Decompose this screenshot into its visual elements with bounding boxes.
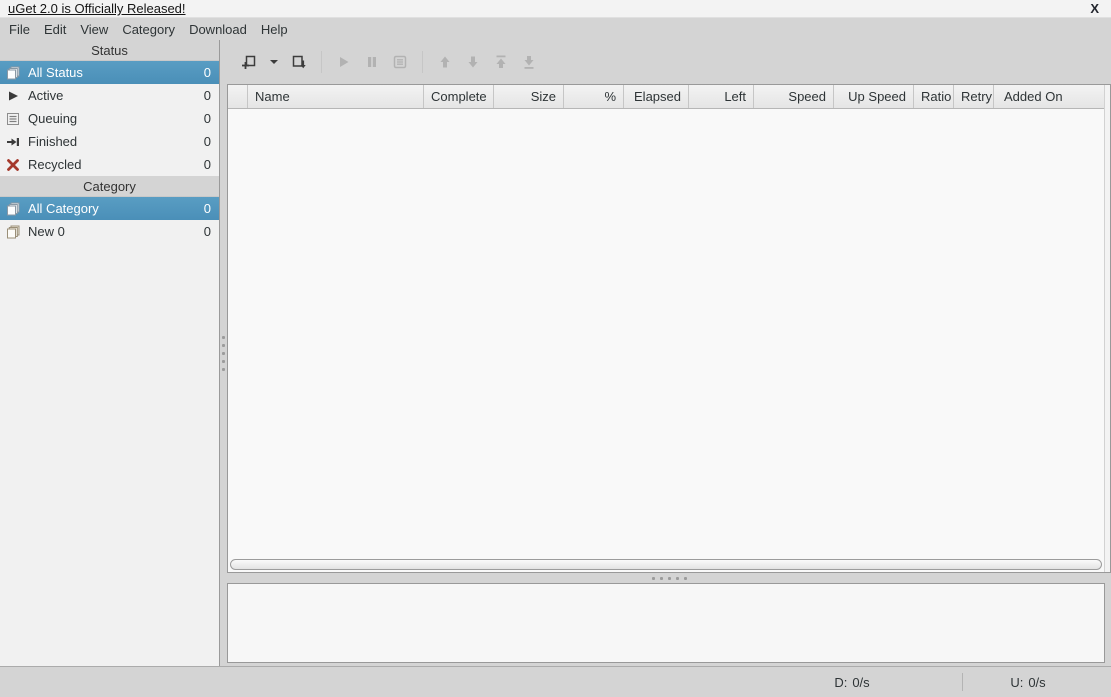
chevron-down-icon xyxy=(268,56,280,68)
download-list-main: Name Complete Size % Elapsed Left Speed … xyxy=(228,85,1104,572)
download-speed-label: D: xyxy=(834,675,847,690)
sidebar-item-label: Queuing xyxy=(28,111,204,126)
download-speed-value: 0/s xyxy=(852,675,869,690)
move-bottom-button[interactable] xyxy=(515,48,543,76)
pause-button[interactable] xyxy=(358,48,386,76)
download-table-header: Name Complete Size % Elapsed Left Speed … xyxy=(228,85,1104,109)
sidebar: Status All Status 0 Active 0 Queuin xyxy=(0,40,220,666)
stacked-papers-icon xyxy=(6,202,22,216)
sidebar-item-label: Recycled xyxy=(28,157,204,172)
sidebar-item-count: 0 xyxy=(204,201,211,216)
new-download-icon xyxy=(241,54,257,70)
column-header-retry[interactable]: Retry xyxy=(954,85,994,108)
menu-help[interactable]: Help xyxy=(254,20,295,39)
summary-panel xyxy=(227,583,1105,663)
download-speed-status: D: 0/s xyxy=(742,675,962,690)
menu-edit[interactable]: Edit xyxy=(37,20,73,39)
menu-file[interactable]: File xyxy=(2,20,37,39)
column-header-up-speed[interactable]: Up Speed xyxy=(834,85,914,108)
toolbar-separator xyxy=(321,51,322,73)
sidebar-item-queuing[interactable]: Queuing 0 xyxy=(0,107,219,130)
column-header-left[interactable]: Left xyxy=(689,85,754,108)
download-list: Name Complete Size % Elapsed Left Speed … xyxy=(227,84,1111,573)
queue-list-icon xyxy=(6,112,22,126)
menu-view[interactable]: View xyxy=(73,20,115,39)
main-panel: Name Complete Size % Elapsed Left Speed … xyxy=(227,40,1111,666)
arrow-to-bar-icon xyxy=(6,135,22,149)
horizontal-scrollbar[interactable] xyxy=(230,559,1102,570)
start-button[interactable] xyxy=(330,48,358,76)
stacked-papers-icon xyxy=(6,225,22,239)
toolbar-separator xyxy=(422,51,423,73)
statusbar: D: 0/s U: 0/s xyxy=(0,666,1111,697)
column-header-speed[interactable]: Speed xyxy=(754,85,834,108)
column-header-name[interactable]: Name xyxy=(248,85,424,108)
sidebar-item-label: All Category xyxy=(28,201,204,216)
status-section-header: Status xyxy=(0,40,219,61)
column-header-elapsed[interactable]: Elapsed xyxy=(624,85,689,108)
sidebar-item-active[interactable]: Active 0 xyxy=(0,84,219,107)
sidebar-item-label: All Status xyxy=(28,65,204,80)
sidebar-item-all-status[interactable]: All Status 0 xyxy=(0,61,219,84)
upload-speed-value: 0/s xyxy=(1028,675,1045,690)
sidebar-splitter[interactable] xyxy=(220,40,227,666)
sidebar-item-label: New 0 xyxy=(28,224,204,239)
sidebar-item-count: 0 xyxy=(204,65,211,80)
arrow-to-top-icon xyxy=(493,54,509,70)
release-announcement-link[interactable]: uGet 2.0 is Officially Released! xyxy=(8,1,1090,16)
sidebar-item-new-0[interactable]: New 0 0 xyxy=(0,220,219,243)
column-header-ratio[interactable]: Ratio xyxy=(914,85,954,108)
menu-download[interactable]: Download xyxy=(182,20,254,39)
menubar: File Edit View Category Download Help xyxy=(0,18,1111,40)
sidebar-item-recycled[interactable]: Recycled 0 xyxy=(0,153,219,176)
sidebar-item-label: Finished xyxy=(28,134,204,149)
sidebar-item-label: Active xyxy=(28,88,204,103)
vertical-scrollbar[interactable] xyxy=(1104,85,1110,572)
batch-download-button[interactable] xyxy=(285,48,313,76)
new-download-button[interactable] xyxy=(235,48,263,76)
arrow-to-bottom-icon xyxy=(521,54,537,70)
play-icon xyxy=(336,54,352,70)
uget-window: uGet 2.0 is Officially Released! X File … xyxy=(0,0,1111,697)
sidebar-item-count: 0 xyxy=(204,157,211,172)
column-header-size[interactable]: Size xyxy=(494,85,564,108)
new-download-menu-button[interactable] xyxy=(263,48,285,76)
sidebar-item-finished[interactable]: Finished 0 xyxy=(0,130,219,153)
upload-speed-status: U: 0/s xyxy=(963,675,1093,690)
batch-download-icon xyxy=(291,54,307,70)
column-header-percent[interactable]: % xyxy=(564,85,624,108)
arrow-up-icon xyxy=(437,54,453,70)
sidebar-item-all-category[interactable]: All Category 0 xyxy=(0,197,219,220)
pause-icon xyxy=(364,54,380,70)
stacked-papers-icon xyxy=(6,66,22,80)
red-cross-icon xyxy=(6,158,22,172)
sidebar-item-count: 0 xyxy=(204,111,211,126)
download-table-body xyxy=(228,109,1104,558)
summary-splitter[interactable] xyxy=(227,573,1111,583)
sidebar-item-count: 0 xyxy=(204,88,211,103)
notification-banner: uGet 2.0 is Officially Released! X xyxy=(0,0,1111,18)
column-header-state[interactable] xyxy=(228,85,248,108)
sidebar-item-count: 0 xyxy=(204,134,211,149)
menu-category[interactable]: Category xyxy=(115,20,182,39)
upload-speed-label: U: xyxy=(1010,675,1023,690)
arrow-down-icon xyxy=(465,54,481,70)
properties-icon xyxy=(392,54,408,70)
move-top-button[interactable] xyxy=(487,48,515,76)
category-section-header: Category xyxy=(0,176,219,197)
content-area: Status All Status 0 Active 0 Queuin xyxy=(0,40,1111,666)
move-up-button[interactable] xyxy=(431,48,459,76)
play-icon xyxy=(6,89,22,103)
move-down-button[interactable] xyxy=(459,48,487,76)
sidebar-item-count: 0 xyxy=(204,224,211,239)
column-header-complete[interactable]: Complete xyxy=(424,85,494,108)
column-header-added-on[interactable]: Added On xyxy=(994,85,1104,108)
properties-button[interactable] xyxy=(386,48,414,76)
banner-close-button[interactable]: X xyxy=(1090,1,1099,16)
toolbar xyxy=(227,40,1111,84)
